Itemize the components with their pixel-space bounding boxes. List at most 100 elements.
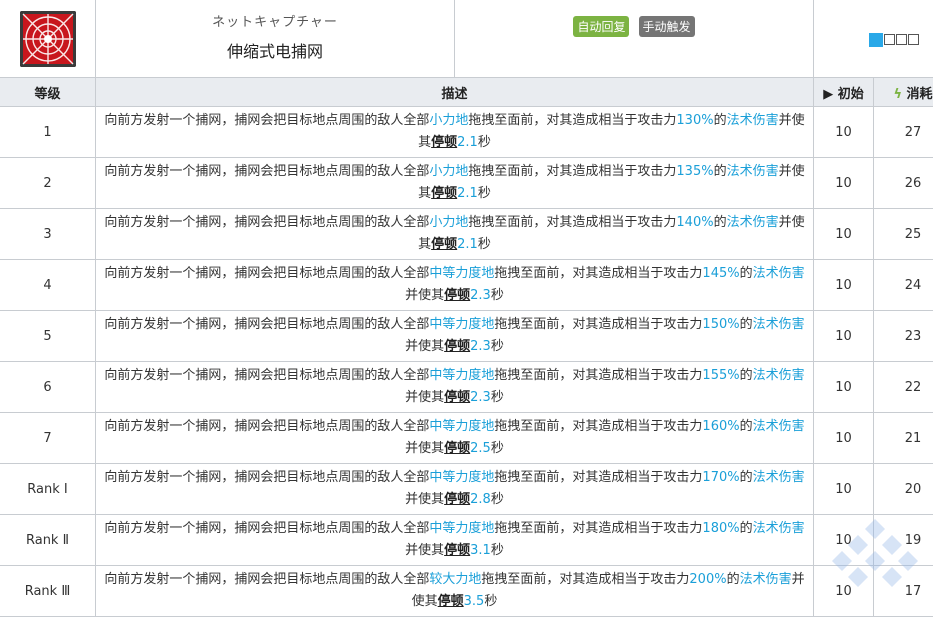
description-cell: 向前方发射一个捕网，捕网会把目标地点周围的敌人全部中等力度地拖拽至面前，对其造成… bbox=[96, 362, 814, 413]
status-keyword: 停顿 bbox=[431, 186, 457, 201]
description-text: 并使其 bbox=[405, 492, 444, 507]
skill-header-row: ネットキャプチャー 伸缩式电捕网 自动回复 手动触发 bbox=[0, 0, 933, 78]
description-text: 拖拽至面前，对其造成相当于攻击力 bbox=[468, 113, 676, 128]
highlight-text: 中等力度地 bbox=[429, 266, 494, 281]
description-cell: 向前方发射一个捕网，捕网会把目标地点周围的敌人全部中等力度地拖拽至面前，对其造成… bbox=[96, 515, 814, 566]
table-row: 6向前方发射一个捕网，捕网会把目标地点周围的敌人全部中等力度地拖拽至面前，对其造… bbox=[0, 362, 933, 413]
sp-cost-cell: 21 bbox=[874, 413, 933, 464]
highlight-text: 155% bbox=[702, 368, 739, 383]
table-row: 1向前方发射一个捕网，捕网会把目标地点周围的敌人全部小力地拖拽至面前，对其造成相… bbox=[0, 107, 933, 158]
header-cost: ϟ 消耗 bbox=[874, 78, 933, 107]
highlight-text: 2.3 bbox=[470, 339, 491, 354]
highlight-text: 法术伤害 bbox=[753, 521, 805, 536]
table-row: 5 向前方发射一个捕网，捕网会把目标地点周围的敌人全部中等力度地拖拽至面前，对其造… bbox=[0, 311, 933, 362]
header-initial: ▶ 初始 bbox=[814, 78, 874, 107]
highlight-text: 180% bbox=[702, 521, 739, 536]
status-keyword: 停顿 bbox=[444, 339, 470, 354]
initial-sp-cell: 10 bbox=[814, 209, 874, 260]
highlight-text: 150% bbox=[702, 317, 739, 332]
description-text: 的 bbox=[727, 572, 740, 587]
description-text: 的 bbox=[740, 470, 753, 485]
skill-name-jp: ネットキャプチャー bbox=[96, 11, 454, 30]
description-text: 向前方发射一个捕网，捕网会把目标地点周围的敌人全部 bbox=[104, 572, 429, 587]
description-text: 拖拽至面前，对其造成相当于攻击力 bbox=[494, 368, 702, 383]
initial-sp-cell: 10 bbox=[814, 464, 874, 515]
sp-cost-cell: 19 bbox=[874, 515, 933, 566]
description-cell: 向前方发射一个捕网，捕网会把目标地点周围的敌人全部中等力度地拖拽至面前，对其造成… bbox=[96, 260, 814, 311]
table-row: Rank Ⅱ向前方发射一个捕网，捕网会把目标地点周围的敌人全部中等力度地拖拽至面… bbox=[0, 515, 933, 566]
highlight-text: 2.1 bbox=[457, 186, 478, 201]
description-cell: 向前方发射一个捕网，捕网会把目标地点周围的敌人全部小力地拖拽至面前，对其造成相当… bbox=[96, 158, 814, 209]
initial-sp-cell: 10 bbox=[814, 260, 874, 311]
highlight-text: 中等力度地 bbox=[429, 419, 494, 434]
description-text: 拖拽至面前，对其造成相当于攻击力 bbox=[481, 572, 689, 587]
highlight-text: 法术伤害 bbox=[727, 113, 779, 128]
description-text: 并使其 bbox=[405, 288, 444, 303]
highlight-text: 160% bbox=[702, 419, 739, 434]
level-cell: Rank Ⅰ bbox=[0, 464, 96, 515]
description-cell: 向前方发射一个捕网，捕网会把目标地点周围的敌人全部中等力度地拖拽至面前，对其造成… bbox=[96, 464, 814, 515]
description-text: 向前方发射一个捕网，捕网会把目标地点周围的敌人全部 bbox=[104, 419, 429, 434]
initial-sp-cell: 10 bbox=[814, 413, 874, 464]
status-keyword: 停顿 bbox=[444, 492, 470, 507]
initial-sp-cell: 10 bbox=[814, 158, 874, 209]
highlight-text: 3.5 bbox=[464, 594, 485, 609]
initial-sp-cell: 10 bbox=[814, 515, 874, 566]
skill-page: ネットキャプチャー 伸缩式电捕网 自动回复 手动触发 等级 描述 ▶ 初始 ϟ … bbox=[0, 0, 933, 601]
sp-cost-cell: 24 bbox=[874, 260, 933, 311]
description-text: 拖拽至面前，对其造成相当于攻击力 bbox=[494, 470, 702, 485]
description-text: 拖拽至面前，对其造成相当于攻击力 bbox=[468, 164, 676, 179]
initial-sp-cell: 10 bbox=[814, 107, 874, 158]
description-text: 向前方发射一个捕网，捕网会把目标地点周围的敌人全部 bbox=[104, 164, 429, 179]
initial-sp-cell: 10 bbox=[814, 566, 874, 617]
description-text: 拖拽至面前，对其造成相当于攻击力 bbox=[494, 266, 702, 281]
description-text: 并使其 bbox=[405, 390, 444, 405]
description-text: 的 bbox=[740, 368, 753, 383]
description-text: 向前方发射一个捕网，捕网会把目标地点周围的敌人全部 bbox=[104, 215, 429, 230]
highlight-text: 2.5 bbox=[470, 441, 491, 456]
sp-cost-cell: 25 bbox=[874, 209, 933, 260]
highlight-text: 法术伤害 bbox=[753, 266, 805, 281]
description-text: 拖拽至面前，对其造成相当于攻击力 bbox=[494, 317, 702, 332]
highlight-text: 小力地 bbox=[429, 164, 468, 179]
description-cell: 向前方发射一个捕网，捕网会把目标地点周围的敌人全部较大力地拖拽至面前，对其造成相… bbox=[96, 566, 814, 617]
highlight-text: 135% bbox=[676, 164, 713, 179]
description-text: 的 bbox=[740, 419, 753, 434]
description-cell: 向前方发射一个捕网，捕网会把目标地点周围的敌人全部小力地拖拽至面前，对其造成相当… bbox=[96, 107, 814, 158]
description-text: 秒 bbox=[478, 135, 491, 150]
tag-auto-recovery: 自动回复 bbox=[573, 16, 629, 37]
description-text: 拖拽至面前，对其造成相当于攻击力 bbox=[468, 215, 676, 230]
range-square bbox=[884, 34, 895, 45]
skill-table: ネットキャプチャー 伸缩式电捕网 自动回复 手动触发 等级 描述 ▶ 初始 ϟ … bbox=[0, 0, 933, 617]
highlight-text: 中等力度地 bbox=[429, 317, 494, 332]
highlight-text: 法术伤害 bbox=[727, 164, 779, 179]
header-cost-label: 消耗 bbox=[907, 87, 933, 102]
description-text: 向前方发射一个捕网，捕网会把目标地点周围的敌人全部 bbox=[104, 368, 429, 383]
highlight-text: 小力地 bbox=[429, 215, 468, 230]
skill-tags-cell: 自动回复 手动触发 bbox=[455, 0, 814, 78]
highlight-text: 2.3 bbox=[470, 288, 491, 303]
table-row: 2向前方发射一个捕网，捕网会把目标地点周围的敌人全部小力地拖拽至面前，对其造成相… bbox=[0, 158, 933, 209]
highlight-text: 中等力度地 bbox=[429, 470, 494, 485]
level-cell: 5 bbox=[0, 311, 96, 362]
description-text: 秒 bbox=[491, 543, 504, 558]
sp-cost-cell: 23 bbox=[874, 311, 933, 362]
highlight-text: 法术伤害 bbox=[727, 215, 779, 230]
highlight-text: 140% bbox=[676, 215, 713, 230]
level-cell: 7 bbox=[0, 413, 96, 464]
table-row: Rank Ⅲ向前方发射一个捕网，捕网会把目标地点周围的敌人全部较大力地拖拽至面前… bbox=[0, 566, 933, 617]
description-text: 秒 bbox=[491, 339, 504, 354]
status-keyword: 停顿 bbox=[438, 594, 464, 609]
highlight-text: 130% bbox=[676, 113, 713, 128]
description-text: 并使其 bbox=[405, 441, 444, 456]
description-text: 秒 bbox=[491, 492, 504, 507]
skill-icon-cell bbox=[0, 0, 96, 78]
description-text: 拖拽至面前，对其造成相当于攻击力 bbox=[494, 419, 702, 434]
description-text: 向前方发射一个捕网，捕网会把目标地点周围的敌人全部 bbox=[104, 317, 429, 332]
range-square bbox=[908, 34, 919, 45]
level-cell: 2 bbox=[0, 158, 96, 209]
initial-sp-cell: 10 bbox=[814, 311, 874, 362]
description-text: 向前方发射一个捕网，捕网会把目标地点周围的敌人全部 bbox=[104, 470, 429, 485]
description-text: 并使其 bbox=[405, 339, 444, 354]
sp-cost-cell: 26 bbox=[874, 158, 933, 209]
